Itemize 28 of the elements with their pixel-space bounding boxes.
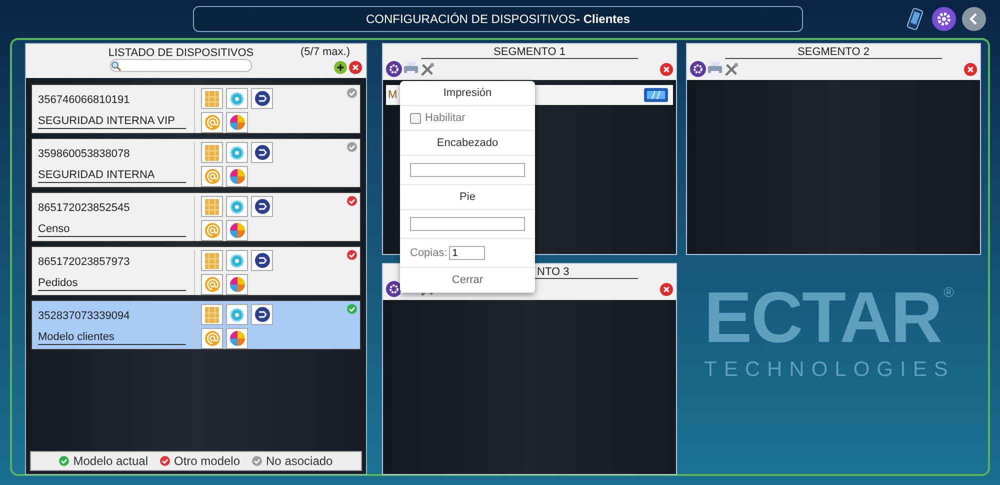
device-id: 359860053838078 [38, 148, 131, 160]
device-name: SEGURIDAD INTERNA VIP [38, 115, 186, 129]
device-name: Censo [38, 223, 186, 237]
segment-title: NTO 3 [537, 266, 570, 278]
field-label: Pie [460, 191, 476, 203]
page-title: CONFIGURACIÓN DE DISPOSITIVOS- Clientes [193, 6, 803, 32]
legend-label: Modelo actual [73, 454, 148, 468]
logo-wordmark: ECTAR [704, 282, 942, 354]
device-id: 356746066810191 [38, 94, 131, 106]
device-id: 865172023857973 [38, 256, 131, 268]
legend-label: Otro modelo [174, 454, 240, 468]
row-label: M [388, 89, 398, 101]
device-id: 352837073339094 [38, 310, 131, 322]
logo-tagline: TECHNOLOGIES [704, 358, 955, 382]
legend-label: No asociado [266, 454, 333, 468]
checkbox-label: Habilitar [425, 112, 466, 124]
field-label: Encabezado [436, 137, 498, 149]
popup-title: Impresión [443, 87, 492, 99]
device-count: (5/7 max.) [300, 46, 350, 58]
panel-title: LISTADO DE DISPOSITIVOS [108, 47, 254, 59]
device-id: 865172023852545 [38, 202, 131, 214]
device-name: Modelo clientes [38, 331, 186, 345]
device-name: SEGURIDAD INTERNA [38, 169, 186, 183]
segment-title: SEGMENTO 2 [798, 46, 870, 58]
field-label: Copias: [410, 247, 448, 259]
segment-title: SEGMENTO 1 [494, 46, 566, 58]
registered-mark: ® [944, 284, 954, 300]
device-name: Pedidos [38, 277, 186, 291]
